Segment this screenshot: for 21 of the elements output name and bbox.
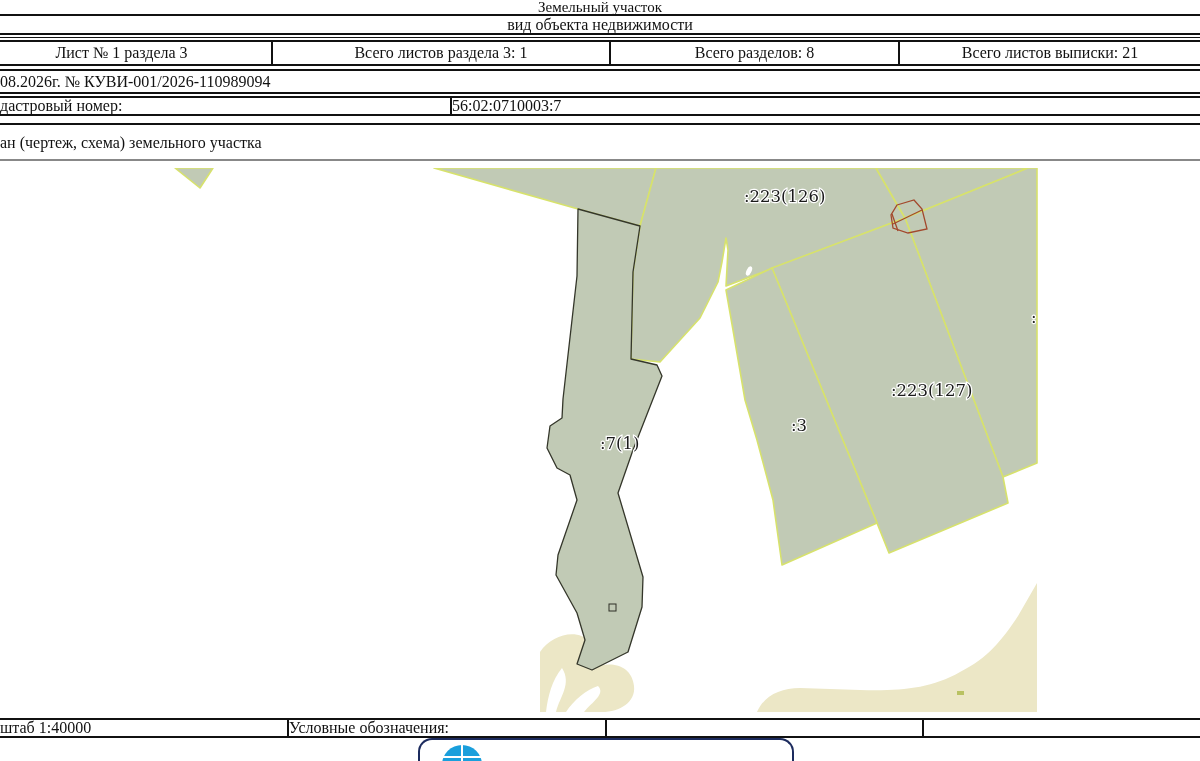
map-marker [957,691,964,695]
structure-outline [890,199,928,234]
parcel-label: :223(127) [891,381,973,400]
sheet-info: Лист № 1 раздела 3 [55,44,188,62]
clearing-shape [745,266,753,276]
land-parcel [174,168,214,189]
sheet-info: Всего листов раздела 3: 1 [354,44,528,62]
document-title: Земельный участок [537,0,662,14]
parcel-label: : [1031,308,1037,327]
building-outline [608,603,617,612]
cadastral-label: дастровый номер: [0,98,123,114]
plan-title: ан (чертеж, схема) земельного участка [0,134,262,151]
extract-number: 08.2026г. № КУВИ-001/2026-110989094 [0,72,271,91]
object-type: вид объекта недвижимости [507,16,693,33]
sheet-info: Всего листов выписки: 21 [961,44,1139,62]
scale-label: штаб 1:40000 [0,720,92,736]
cadastral-number: 56:02:0710003:7 [452,98,562,114]
parcel-label: :223(126) [744,187,826,206]
sheet-info: Всего разделов: 8 [694,44,815,62]
parcel-label: :3 [791,416,808,435]
legend-label: Условные обозначения: [289,720,450,736]
